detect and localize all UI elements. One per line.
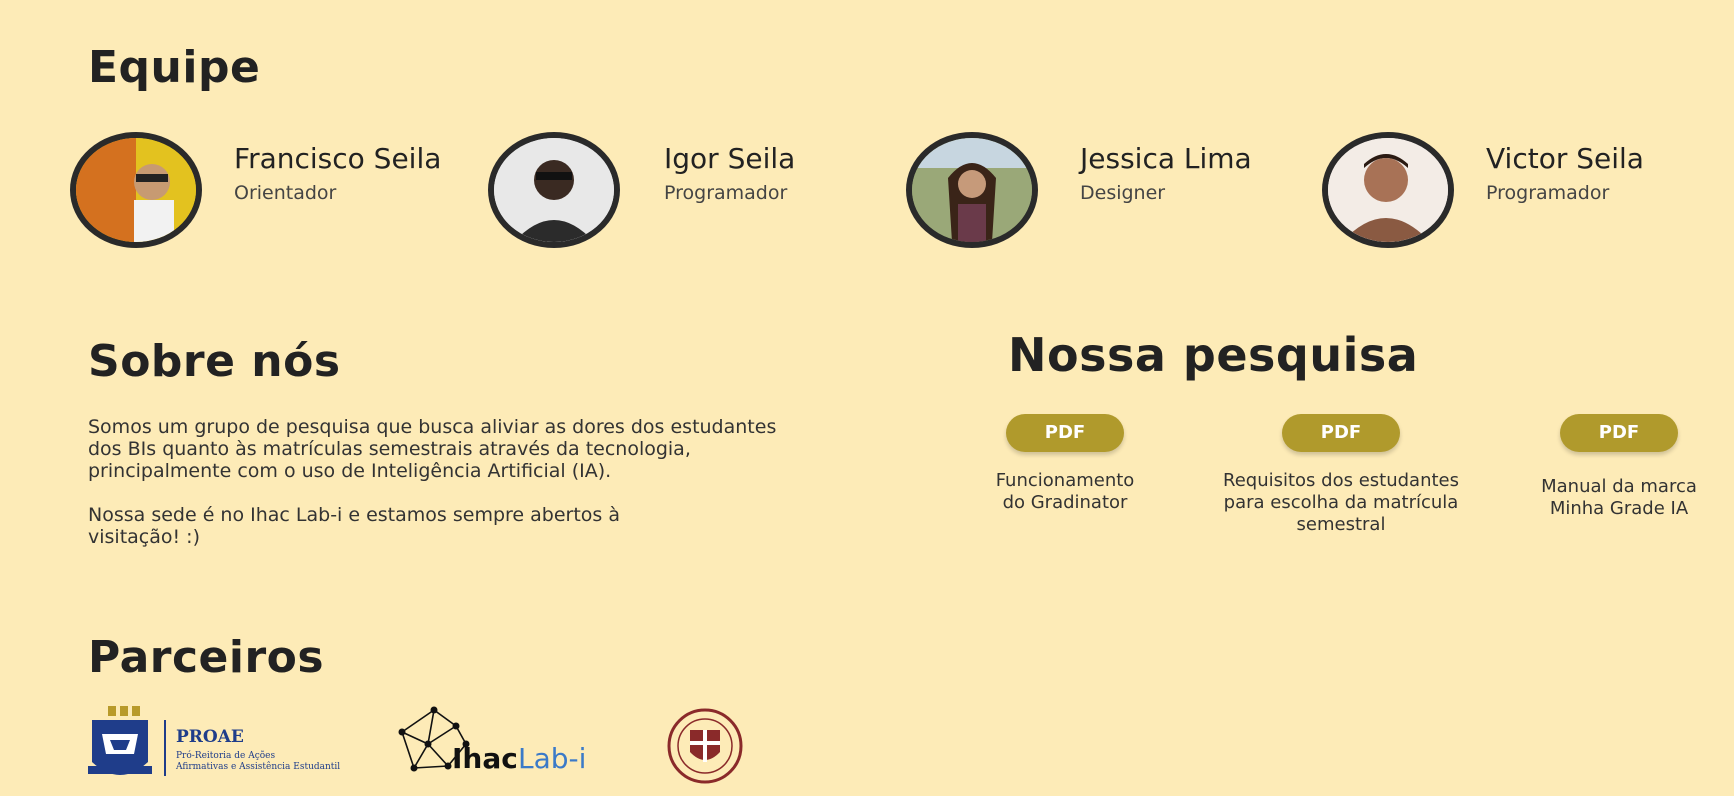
- person-photo-icon: [912, 138, 1032, 242]
- proae-logo[interactable]: PROAE Pró-Reitoria de Ações Afirmativas …: [88, 706, 350, 792]
- section-title-pesquisa: Nossa pesquisa: [1008, 328, 1419, 382]
- member-role: Programador: [664, 182, 788, 204]
- pdf-download-button[interactable]: PDF: [1560, 414, 1678, 452]
- member-name: Victor Seila: [1486, 142, 1644, 175]
- svg-text:Lab-i: Lab-i: [518, 742, 586, 775]
- pdf-caption: Manual da marca Minha Grade IA: [1541, 476, 1697, 519]
- team-member-igor: Igor Seila Programador: [488, 132, 828, 248]
- svg-text:Afirmativas e Assistência Estu: Afirmativas e Assistência Estudantil: [175, 761, 340, 772]
- person-photo-icon: [76, 138, 196, 242]
- svg-text:Pró-Reitoria de Ações: Pró-Reitoria de Ações: [176, 750, 275, 761]
- seal-icon: [667, 708, 743, 784]
- team-member-victor: Victor Seila Programador: [1322, 132, 1722, 248]
- about-text: Somos um grupo de pesquisa que busca ali…: [88, 416, 808, 570]
- about-paragraph: Nossa sede é no Ihac Lab-i e estamos sem…: [88, 504, 620, 548]
- ufba-shield-icon: PROAE Pró-Reitoria de Ações Afirmativas …: [88, 706, 340, 776]
- ihac-lab-i-logo[interactable]: Ihac Lab-i: [394, 702, 602, 778]
- avatar-jessica: [906, 132, 1038, 248]
- member-name: Igor Seila: [664, 142, 796, 175]
- ufba-seal-logo[interactable]: [664, 708, 746, 784]
- section-title-sobre: Sobre nós: [88, 336, 341, 387]
- pdf-caption: Requisitos dos estudantes para escolha d…: [1223, 470, 1459, 535]
- avatar-igor: [488, 132, 620, 248]
- member-role: Programador: [1486, 182, 1610, 204]
- research-item: PDF Requisitos dos estudantes para escol…: [1210, 414, 1472, 536]
- section-title-equipe: Equipe: [88, 42, 261, 93]
- section-title-parceiros: Parceiros: [88, 632, 325, 683]
- pdf-download-button[interactable]: PDF: [1282, 414, 1400, 452]
- member-name: Jessica Lima: [1080, 142, 1252, 175]
- svg-text:Ihac: Ihac: [452, 742, 518, 775]
- research-item: PDF Funcionamento do Gradinator: [990, 414, 1140, 514]
- person-photo-icon: [494, 138, 614, 242]
- avatar-victor: [1322, 132, 1454, 248]
- svg-text:PROAE: PROAE: [176, 727, 244, 747]
- research-item: PDF Manual da marca Minha Grade IA: [1522, 414, 1716, 520]
- member-name: Francisco Seila: [234, 142, 442, 175]
- pdf-download-button[interactable]: PDF: [1006, 414, 1124, 452]
- team-member-jessica: Jessica Lima Designer: [906, 132, 1286, 248]
- person-photo-icon: [1328, 138, 1448, 242]
- pdf-caption: Funcionamento do Gradinator: [995, 470, 1135, 513]
- member-role: Orientador: [234, 182, 337, 204]
- network-graph-icon: Ihac Lab-i: [398, 706, 586, 775]
- avatar-francisco: [70, 132, 202, 248]
- member-role: Designer: [1080, 182, 1166, 204]
- about-paragraph: Somos um grupo de pesquisa que busca ali…: [88, 416, 777, 482]
- team-member-francisco: Francisco Seila Orientador: [70, 132, 490, 248]
